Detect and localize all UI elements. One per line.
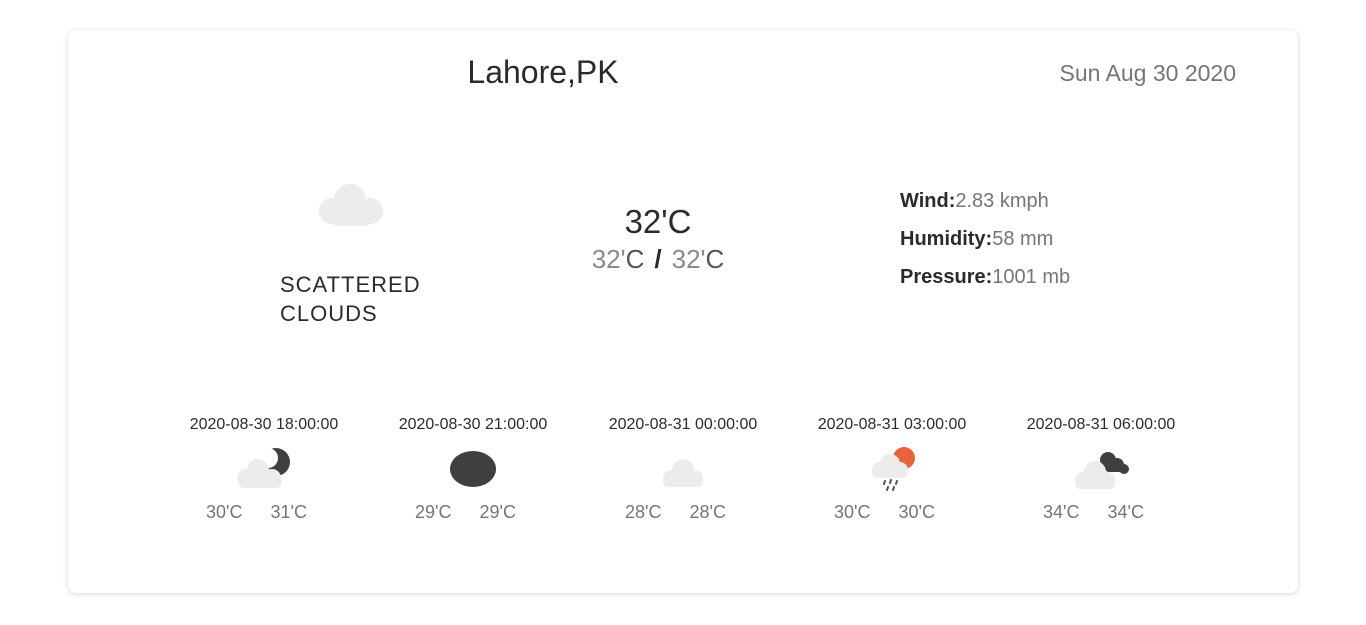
wind-row: Wind:2.83 kmph xyxy=(900,182,1070,220)
humidity-row: Humidity:58 mm xyxy=(900,220,1070,258)
moon-icon xyxy=(450,451,496,487)
wind-label: Wind: xyxy=(900,190,956,212)
cloud-icon xyxy=(319,184,383,226)
max-temp-unit: C xyxy=(705,244,725,274)
forecast-min: 30'C xyxy=(206,502,243,522)
forecast-temps: 28'C 28'C xyxy=(578,502,773,523)
forecast-item: 2020-08-30 21:00:00 29'C 29'C xyxy=(383,414,563,523)
forecast-max: 29'C xyxy=(479,502,516,522)
range-separator: / xyxy=(654,244,662,274)
forecast-time: 2020-08-31 00:00:00 xyxy=(608,416,758,433)
current-temperature: 32'C xyxy=(624,203,692,240)
weather-details: Wind:2.83 kmph Humidity:58 mm Pressure:1… xyxy=(900,182,1070,296)
forecast-item: 2020-08-30 18:00:00 30'C 31'C xyxy=(174,414,354,523)
forecast-max: 34'C xyxy=(1107,502,1144,522)
forecast-time: 2020-08-30 18:00:00 xyxy=(189,416,339,433)
wind-value: 2.83 kmph xyxy=(955,190,1049,212)
min-temp-value: 32' xyxy=(591,244,626,274)
forecast-min: 30'C xyxy=(834,502,871,522)
forecast-max: 31'C xyxy=(270,502,307,522)
forecast-item: 2020-08-31 03:00:00 30'C 30'C xyxy=(802,414,982,523)
temperature-range: 32'C/32'C xyxy=(558,242,758,276)
forecast-time: 2020-08-31 06:00:00 xyxy=(1026,416,1176,433)
forecast-min: 29'C xyxy=(415,502,452,522)
weather-description: Scattered Clouds xyxy=(280,272,421,326)
cloud-moon-icon xyxy=(237,448,290,488)
humidity-label: Humidity: xyxy=(900,228,993,250)
humidity-value: 58 mm xyxy=(992,228,1054,250)
forecast-temps: 34'C 34'C xyxy=(996,502,1191,523)
forecast-max: 28'C xyxy=(689,502,726,522)
weather-card: Lahore,PK Sun Aug 30 2020 Scattered Clou… xyxy=(68,30,1298,593)
pressure-row: Pressure:1001 mb xyxy=(900,258,1070,296)
temperature-block: 32'C 32'C/32'C xyxy=(558,202,758,276)
broken-clouds-icon xyxy=(1075,452,1129,489)
pressure-label: Pressure: xyxy=(900,266,993,288)
city-title: Lahore,PK xyxy=(467,54,619,90)
current-date: Sun Aug 30 2020 xyxy=(1059,60,1237,86)
forecast-temps: 30'C 31'C xyxy=(159,502,354,523)
forecast-item: 2020-08-31 00:00:00 28'C 28'C xyxy=(593,414,773,523)
forecast-time: 2020-08-31 03:00:00 xyxy=(817,416,967,433)
forecast-temps: 29'C 29'C xyxy=(368,502,563,523)
forecast-max: 30'C xyxy=(898,502,935,522)
forecast-time: 2020-08-30 21:00:00 xyxy=(398,416,548,433)
rain-sun-icon xyxy=(872,447,915,491)
min-temp-unit: C xyxy=(625,244,645,274)
forecast-temps: 30'C 30'C xyxy=(787,502,982,523)
cloud-icon xyxy=(663,459,703,487)
forecast-min: 28'C xyxy=(625,502,662,522)
max-temp-value: 32' xyxy=(671,244,706,274)
forecast-min: 34'C xyxy=(1043,502,1080,522)
forecast-item: 2020-08-31 06:00:00 34'C 34'C xyxy=(1011,414,1191,523)
pressure-value: 1001 mb xyxy=(992,266,1071,288)
